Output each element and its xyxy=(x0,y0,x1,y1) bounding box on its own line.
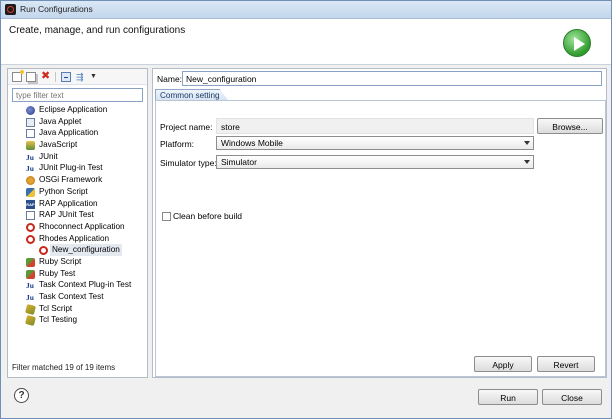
osgi-icon xyxy=(26,176,35,186)
tree-item-rap-application[interactable]: RAP RAP Application xyxy=(8,198,147,210)
run-button[interactable]: Run xyxy=(478,389,538,405)
tree-item-javascript[interactable]: JavaScript xyxy=(8,139,147,151)
duplicate-config-icon[interactable] xyxy=(26,72,36,82)
tab-container: Common setting Project name: store Brows… xyxy=(155,89,606,377)
tree-item-rhoconnect-application[interactable]: Rhoconnect Application xyxy=(8,221,147,233)
javascript-icon xyxy=(26,141,35,151)
configuration-list-panel: ✖ ⇶ ▼ Eclipse Application Java Applet Ja… xyxy=(7,68,148,378)
name-label: Name: xyxy=(157,74,183,84)
tab-body: Project name: store Browse... Platform: … xyxy=(155,100,606,377)
simulator-type-select[interactable]: Simulator xyxy=(216,155,534,169)
title-bar: Run Configurations xyxy=(1,1,611,19)
configuration-editor-panel: Name: Common setting Project name: store… xyxy=(152,68,607,378)
tree-item-java-application[interactable]: Java Application xyxy=(8,127,147,139)
project-name-label: Project name: xyxy=(160,122,213,132)
tree-item-rhodes-application[interactable]: Rhodes Application xyxy=(8,233,147,245)
configuration-tree: Eclipse Application Java Applet Java App… xyxy=(8,104,147,327)
rhoconnect-icon xyxy=(26,222,35,232)
java-applet-icon xyxy=(26,117,35,127)
rap-junit-icon xyxy=(26,211,35,221)
project-name-field: store xyxy=(216,118,534,134)
tree-item-task-context-test[interactable]: Ju Task Context Test xyxy=(8,291,147,303)
run-icon xyxy=(563,29,591,57)
tree-item-new-configuration[interactable]: New_configuration xyxy=(8,244,147,256)
new-config-icon[interactable] xyxy=(12,70,24,82)
toolbar-divider xyxy=(55,72,56,82)
simulator-type-value: Simulator xyxy=(221,157,257,167)
junit-icon: Ju xyxy=(26,152,34,162)
tcl-script-icon xyxy=(24,303,37,315)
task-test-icon: Ju xyxy=(26,293,34,302)
help-icon[interactable]: ? xyxy=(14,388,29,403)
platform-select[interactable]: Windows Mobile xyxy=(216,136,534,150)
ruby-icon xyxy=(26,257,35,267)
filter-input[interactable] xyxy=(12,88,143,102)
tree-item-python-script[interactable]: Python Script xyxy=(8,186,147,198)
python-icon xyxy=(26,187,35,197)
platform-label: Platform: xyxy=(160,139,195,149)
rhodes-icon xyxy=(26,234,35,244)
filter-menu-chevron-down-icon[interactable]: ▼ xyxy=(90,72,100,82)
platform-value: Windows Mobile xyxy=(221,138,283,148)
run-configurations-window: Run Configurations Create, manage, and r… xyxy=(0,0,612,419)
tree-item-java-applet[interactable]: Java Applet xyxy=(8,116,147,128)
revert-button[interactable]: Revert xyxy=(537,356,595,372)
tree-item-tcl-script[interactable]: Tcl Script xyxy=(8,303,147,315)
dialog-header: Create, manage, and run configurations xyxy=(1,19,611,65)
tree-item-tcl-testing[interactable]: Tcl Testing xyxy=(8,314,147,327)
window-title: Run Configurations xyxy=(20,4,93,14)
app-icon xyxy=(5,4,16,15)
chevron-down-icon xyxy=(524,141,530,145)
java-app-icon xyxy=(26,129,35,139)
clean-before-build-label: Clean before build xyxy=(173,211,242,221)
simulator-type-label: Simulator type: xyxy=(160,158,217,168)
tree-item-junit[interactable]: Ju JUnit xyxy=(8,151,147,163)
name-field[interactable] xyxy=(182,71,602,86)
tree-item-task-context-plugin-test[interactable]: Ju Task Context Plug-in Test xyxy=(8,279,147,291)
tree-item-eclipse-application[interactable]: Eclipse Application xyxy=(8,104,147,116)
header-text: Create, manage, and run configurations xyxy=(9,25,186,36)
clean-before-build-checkbox[interactable] xyxy=(162,212,171,221)
chevron-down-icon xyxy=(524,160,530,164)
tree-item-junit-plugin-test[interactable]: Ju JUnit Plug-in Test xyxy=(8,162,147,174)
filter-status: Filter matched 19 of 19 items xyxy=(12,363,116,372)
ruby-test-icon xyxy=(26,269,35,279)
junit-plugin-icon: Ju xyxy=(26,164,34,174)
task-plugin-icon: Ju xyxy=(26,281,34,291)
tree-item-rap-junit-test[interactable]: RAP JUnit Test xyxy=(8,209,147,221)
rhodes-config-icon xyxy=(39,246,48,256)
delete-config-icon[interactable]: ✖ xyxy=(41,71,51,82)
list-toolbar: ✖ ⇶ ▼ xyxy=(8,69,147,85)
eclipse-icon xyxy=(26,106,35,115)
apply-button[interactable]: Apply xyxy=(474,356,532,372)
close-button[interactable]: Close xyxy=(542,389,602,405)
tcl-testing-icon xyxy=(24,315,37,327)
browse-button[interactable]: Browse... xyxy=(537,118,603,134)
rap-icon: RAP xyxy=(26,199,35,209)
collapse-all-icon[interactable] xyxy=(61,72,71,82)
filter-icon[interactable]: ⇶ xyxy=(76,72,86,82)
tree-item-ruby-test[interactable]: Ruby Test xyxy=(8,268,147,280)
tree-item-ruby-script[interactable]: Ruby Script xyxy=(8,256,147,268)
tree-item-osgi-framework[interactable]: OSGi Framework xyxy=(8,174,147,186)
